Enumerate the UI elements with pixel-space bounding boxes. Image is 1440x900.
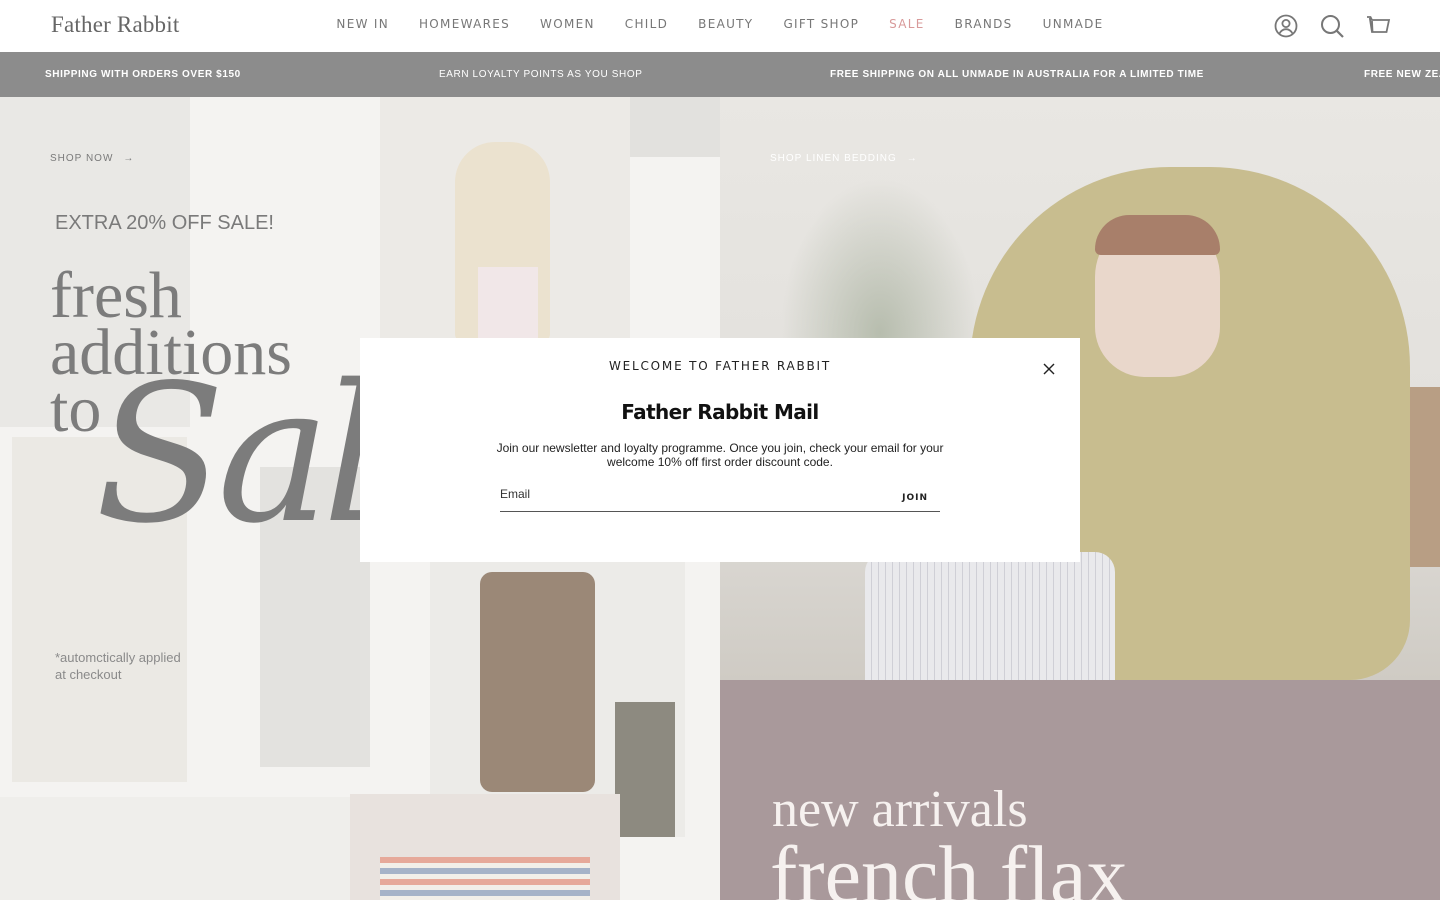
- account-icon[interactable]: [1273, 13, 1299, 39]
- photo-check-pants: [865, 552, 1115, 680]
- cart-icon[interactable]: [1365, 13, 1391, 39]
- nav-beauty[interactable]: BEAUTY: [683, 17, 768, 31]
- nav-new-in[interactable]: NEW IN: [321, 17, 404, 31]
- email-input[interactable]: [500, 482, 880, 506]
- announcement-item: FREE SHIPPING ON ALL UNMADE IN AUSTRALIA…: [830, 69, 1204, 80]
- nav-sale[interactable]: SALE: [874, 17, 940, 31]
- arrow-right-icon: →: [123, 153, 135, 164]
- newsletter-form: JOIN: [500, 482, 940, 512]
- photo-collage-tile: [0, 797, 350, 900]
- close-icon[interactable]: [1041, 361, 1057, 377]
- nav-gift-shop[interactable]: GIFT SHOP: [768, 17, 874, 31]
- arrivals-subheading: french flax: [770, 829, 1128, 900]
- sale-extra-text: EXTRA 20% OFF SALE!: [55, 212, 274, 234]
- search-icon[interactable]: [1319, 13, 1345, 39]
- nav-unmade[interactable]: UNMADE: [1028, 17, 1119, 31]
- announcement-item: SHIPPING WITH ORDERS OVER $150: [45, 69, 241, 80]
- new-arrivals-banner[interactable]: new arrivals french flax: [720, 680, 1440, 900]
- photo-brown-top: [480, 572, 595, 792]
- shop-linen-bedding-link[interactable]: SHOP LINEN BEDDING →: [770, 153, 918, 164]
- announcement-bar: SHIPPING WITH ORDERS OVER $150 EARN LOYA…: [0, 52, 1440, 97]
- nav-brands[interactable]: BRANDS: [940, 17, 1028, 31]
- modal-welcome: WELCOME TO FATHER RABBIT: [608, 359, 832, 373]
- nav-child[interactable]: CHILD: [610, 17, 683, 31]
- nav-homewares[interactable]: HOMEWARES: [404, 17, 525, 31]
- newsletter-modal: WELCOME TO FATHER RABBIT Father Rabbit M…: [360, 338, 1080, 562]
- photo-dress: [478, 267, 538, 342]
- site-header: Father Rabbit NEW IN HOMEWARES WOMEN CHI…: [0, 0, 1440, 52]
- announcement-item: EARN LOYALTY POINTS AS YOU SHOP: [439, 69, 643, 80]
- photo-striped-shirt: [380, 857, 590, 900]
- sale-footnote: *automctically applied at checkout: [55, 650, 181, 682]
- photo-hair: [1095, 215, 1220, 255]
- modal-description: Join our newsletter and loyalty programm…: [496, 441, 944, 469]
- arrow-right-icon: →: [906, 153, 918, 164]
- join-button[interactable]: JOIN: [902, 493, 928, 503]
- photo-collage-tile: [615, 702, 675, 837]
- shop-now-link[interactable]: SHOP NOW →: [50, 153, 134, 164]
- hero-sale-script: Sal: [95, 344, 383, 565]
- nav-women[interactable]: WOMEN: [525, 17, 610, 31]
- photo-collage-tile: [630, 97, 720, 157]
- modal-title: Father Rabbit Mail: [621, 400, 819, 424]
- main-nav: NEW IN HOMEWARES WOMEN CHILD BEAUTY GIFT…: [0, 17, 1440, 31]
- announcement-item: FREE NEW ZEA: [1364, 69, 1440, 80]
